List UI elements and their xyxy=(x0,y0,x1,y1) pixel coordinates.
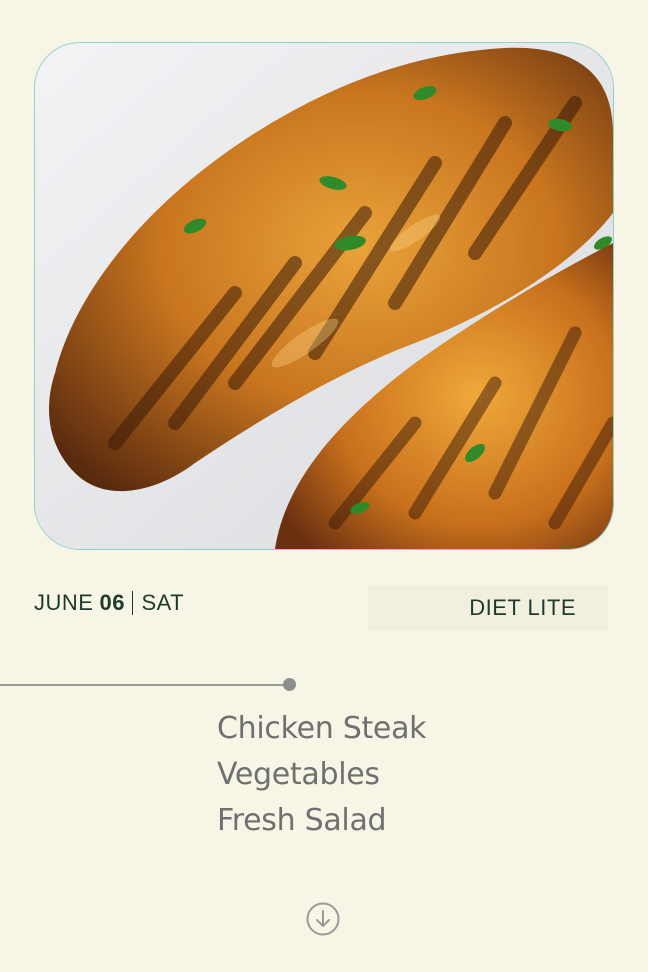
date-weekday: SAT xyxy=(141,590,185,615)
menu-item: Fresh Salad xyxy=(217,803,387,838)
plan-badge: DIET LITE xyxy=(368,585,608,631)
arrow-down-circle-icon xyxy=(306,902,340,936)
scroll-down-button[interactable] xyxy=(306,902,340,936)
meal-photo xyxy=(34,42,614,550)
grilled-chicken-image xyxy=(35,43,613,549)
meal-date: JUNE 06 SAT xyxy=(34,590,184,616)
plan-label: DIET LITE xyxy=(469,595,576,620)
menu-item: Vegetables xyxy=(217,757,380,792)
date-separator xyxy=(131,591,134,615)
date-month: JUNE xyxy=(34,590,94,615)
menu-item: Chicken Steak xyxy=(217,711,427,746)
menu-list: Chicken Steak Vegetables Fresh Salad xyxy=(217,706,427,844)
date-day: 06 xyxy=(99,590,125,615)
timeline-dot xyxy=(283,678,296,691)
timeline-line xyxy=(0,684,289,686)
